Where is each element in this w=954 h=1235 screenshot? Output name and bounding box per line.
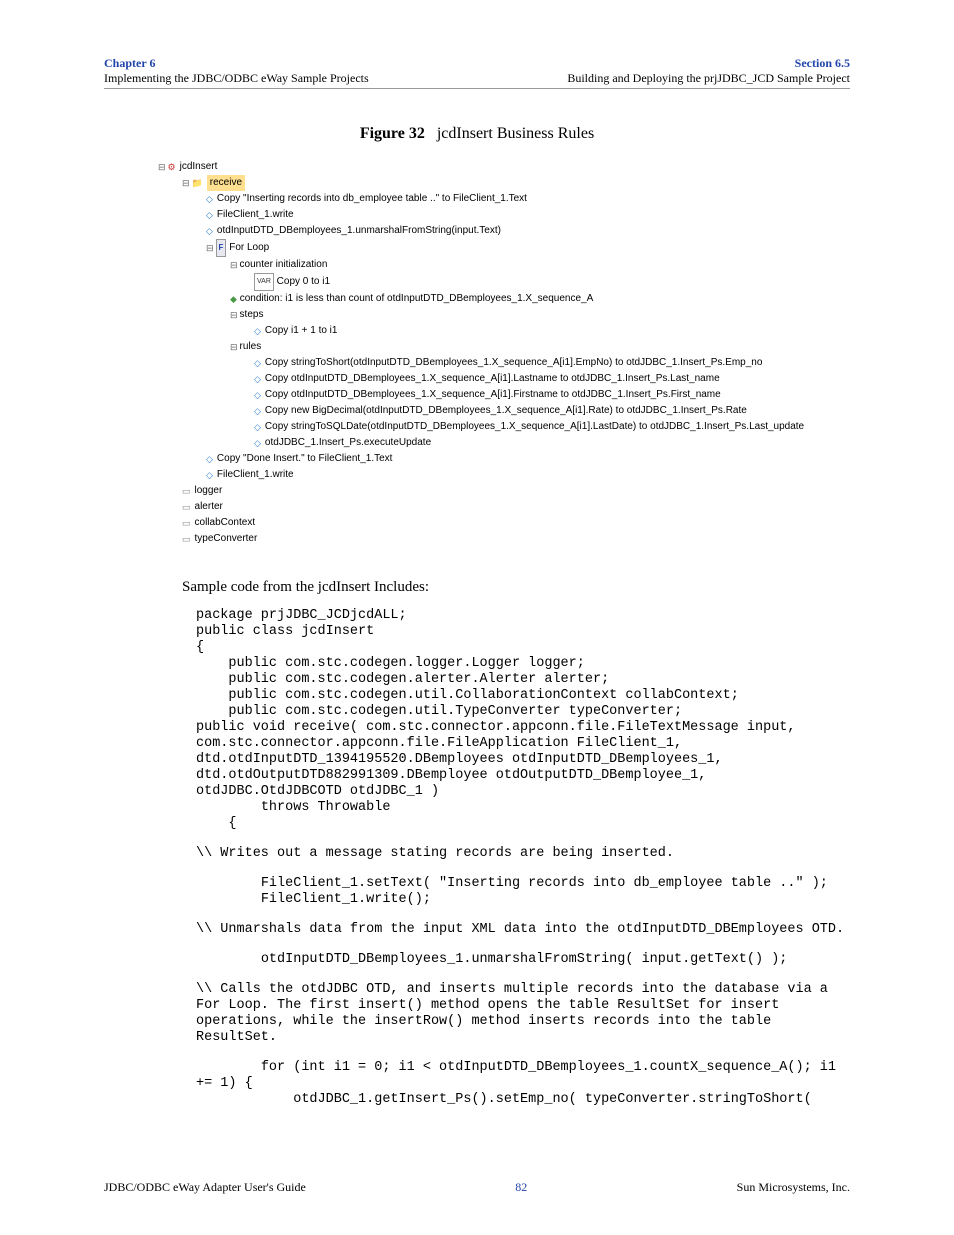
tree-item: Copy "Done Insert." to FileClient_1.Text [217, 451, 393, 467]
footer-left: JDBC/ODBC eWay Adapter User's Guide [104, 1180, 306, 1195]
tree-item: Copy new BigDecimal(otdInputDTD_DBemploy… [265, 403, 747, 419]
tree-item: typeConverter [195, 531, 258, 547]
tree-item: counter initialization [240, 257, 328, 273]
diamond-icon: ◇ [254, 371, 261, 387]
tree-item: Copy "Inserting records into db_employee… [217, 191, 527, 207]
diamond-icon: ◇ [206, 191, 213, 207]
folder-icon: 📁 [192, 175, 203, 191]
code-comment: \\ Calls the otdJDBC OTD, and inserts mu… [196, 982, 850, 1046]
figure-name: jcdInsert Business Rules [437, 125, 594, 142]
code-comment: \\ Writes out a message stating records … [196, 846, 850, 862]
figure-label: Figure 32 [360, 125, 425, 142]
box-icon: ▭ [182, 499, 191, 515]
expander-icon: ⊟ [206, 240, 214, 256]
tree-item: Copy stringToSQLDate(otdInputDTD_DBemplo… [265, 419, 804, 435]
tree-item: collabContext [195, 515, 256, 531]
diamond-icon: ◇ [206, 467, 213, 483]
footer-right: Sun Microsystems, Inc. [737, 1180, 850, 1195]
box-icon: ▭ [182, 531, 191, 547]
tree-root: jcdInsert [180, 159, 218, 175]
tree-item: FileClient_1.write [217, 467, 294, 483]
diamond-icon: ◇ [254, 419, 261, 435]
var-icon: VAR [254, 273, 274, 291]
tree-item: Copy i1 + 1 to i1 [265, 323, 338, 339]
tree-item: FileClient_1.write [217, 207, 294, 223]
chapter-label: Chapter 6 [104, 56, 369, 71]
expander-icon: ⊟ [230, 339, 238, 355]
section-subtitle: Building and Deploying the prjJDBC_JCD S… [567, 71, 850, 86]
code-block: otdInputDTD_DBemployees_1.unmarshalFromS… [196, 952, 850, 968]
tree-item: otdInputDTD_DBemployees_1.unmarshalFromS… [217, 223, 501, 239]
body-paragraph: Sample code from the jcdInsert Includes: [182, 579, 850, 596]
for-icon: F [216, 239, 227, 257]
diamond-icon: ◇ [254, 403, 261, 419]
tree-item: rules [240, 339, 262, 355]
tree-item: For Loop [229, 240, 269, 256]
figure-title: Figure 32 jcdInsert Business Rules [104, 125, 850, 143]
diamond-icon: ◇ [254, 435, 261, 451]
tree-item: otdJDBC_1.Insert_Ps.executeUpdate [265, 435, 431, 451]
code-comment: \\ Unmarshals data from the input XML da… [196, 922, 850, 938]
page-number: 82 [515, 1180, 527, 1195]
tree-item: Copy otdInputDTD_DBemployees_1.X_sequenc… [265, 387, 721, 403]
expander-icon: ⊟ [182, 175, 190, 191]
tree-item: logger [195, 483, 223, 499]
box-icon: ▭ [182, 483, 191, 499]
diamond-icon: ◇ [254, 355, 261, 371]
code-block: for (int i1 = 0; i1 < otdInputDTD_DBempl… [196, 1060, 850, 1108]
page-footer: JDBC/ODBC eWay Adapter User's Guide 82 S… [104, 1180, 850, 1195]
diamond-icon: ◇ [206, 451, 213, 467]
diamond-icon: ◇ [206, 207, 213, 223]
tree-item: condition: i1 is less than count of otdI… [240, 291, 594, 307]
code-block: package prjJDBC_JCDjcdALL; public class … [196, 608, 850, 832]
tree-item: Copy stringToShort(otdInputDTD_DBemploye… [265, 355, 762, 371]
condition-icon: ◆ [230, 291, 237, 307]
expander-icon: ⊟ [158, 159, 166, 175]
gears-icon: ⚙ [168, 159, 176, 175]
box-icon: ▭ [182, 515, 191, 531]
tree-item: Copy otdInputDTD_DBemployees_1.X_sequenc… [265, 371, 720, 387]
tree-item: steps [240, 307, 264, 323]
page-header: Chapter 6 Implementing the JDBC/ODBC eWa… [104, 56, 850, 89]
tree-item: receive [207, 175, 245, 191]
tree-diagram: ⊟⚙jcdInsert ⊟📁receive ◇Copy "Inserting r… [158, 159, 850, 547]
diamond-icon: ◇ [254, 323, 261, 339]
chapter-subtitle: Implementing the JDBC/ODBC eWay Sample P… [104, 71, 369, 86]
diamond-icon: ◇ [254, 387, 261, 403]
tree-item: Copy 0 to i1 [277, 274, 330, 290]
section-label: Section 6.5 [567, 56, 850, 71]
code-block: FileClient_1.setText( "Inserting records… [196, 876, 850, 908]
diamond-icon: ◇ [206, 223, 213, 239]
expander-icon: ⊟ [230, 307, 238, 323]
expander-icon: ⊟ [230, 257, 238, 273]
tree-item: alerter [195, 499, 223, 515]
